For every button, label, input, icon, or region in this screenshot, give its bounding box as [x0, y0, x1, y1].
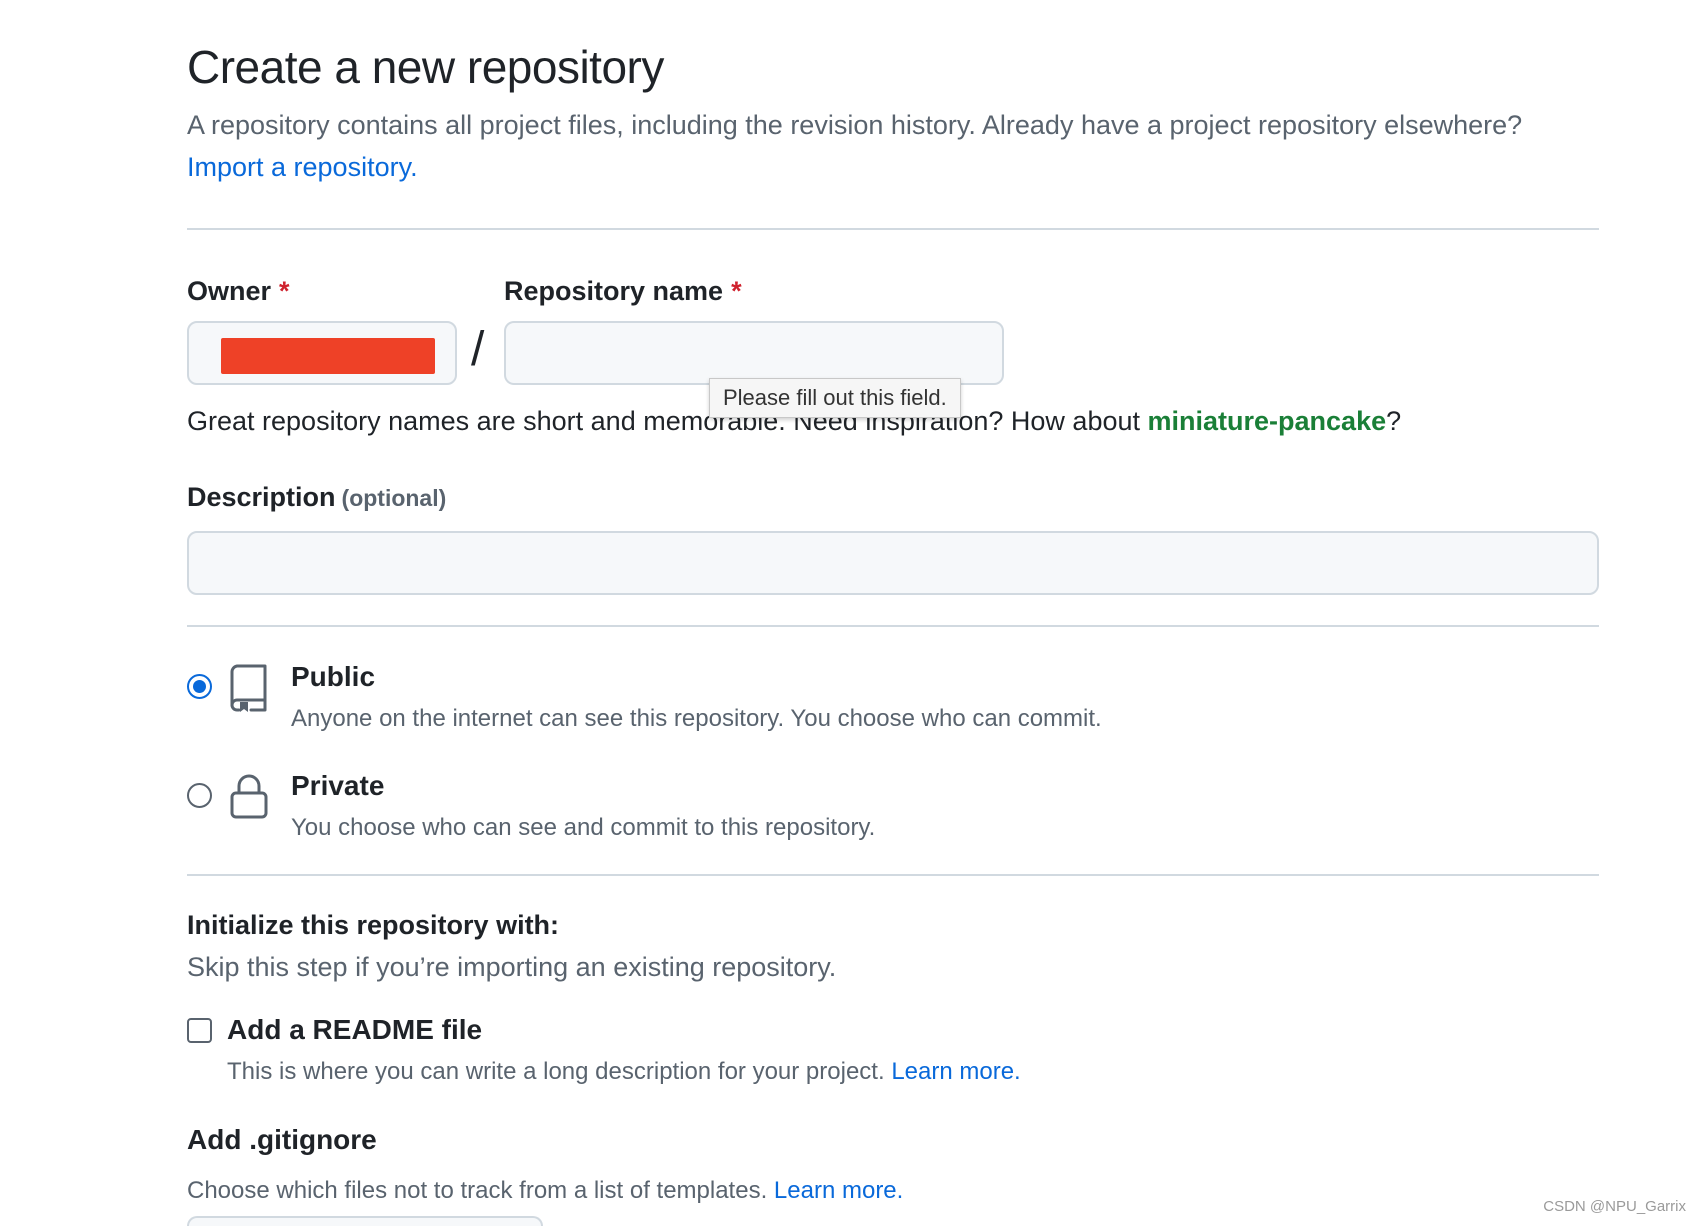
gitignore-label: Add .gitignore: [187, 1124, 377, 1155]
subtitle-text: A repository contains all project files,…: [187, 110, 1523, 140]
repo-name-input[interactable]: [504, 321, 1004, 385]
readme-label: Add a README file: [227, 1014, 483, 1045]
hint-suffix: ?: [1386, 406, 1402, 436]
validation-tooltip: Please fill out this field.: [709, 378, 961, 418]
visibility-public-title: Public: [291, 661, 376, 692]
header-divider: [187, 228, 1599, 230]
visibility-public-desc: Anyone on the internet can see this repo…: [291, 705, 1102, 732]
repo-name-label-text: Repository name: [504, 276, 724, 306]
visibility-divider: [187, 874, 1599, 876]
initialize-subtitle: Skip this step if you’re importing an ex…: [187, 952, 837, 982]
description-label: Description (optional): [187, 482, 446, 513]
watermark: CSDN @NPU_Garrix: [1543, 1198, 1686, 1215]
hint-text: Great repository names are short and mem…: [187, 406, 1140, 436]
readme-checkbox[interactable]: [187, 1018, 212, 1043]
gitignore-learn-more-link[interactable]: Learn more.: [774, 1177, 903, 1204]
page-title: Create a new repository: [187, 41, 664, 93]
visibility-private-title: Private: [291, 770, 385, 801]
gitignore-desc: Choose which files not to track from a l…: [187, 1177, 903, 1205]
visibility-private-radio[interactable]: [187, 783, 212, 808]
repo-name-required-mark: *: [731, 276, 742, 306]
readme-desc-text: This is where you can write a long descr…: [227, 1058, 885, 1085]
import-repository-link[interactable]: Import a repository.: [187, 152, 418, 182]
description-divider: [187, 625, 1599, 627]
readme-learn-more-link[interactable]: Learn more.: [891, 1058, 1020, 1085]
page-subtitle: A repository contains all project files,…: [187, 104, 1599, 188]
repo-name-suggestion[interactable]: miniature-pancake: [1148, 406, 1387, 436]
visibility-private-desc: You choose who can see and commit to thi…: [291, 814, 876, 841]
repo-icon: [230, 664, 267, 712]
description-optional: (optional): [341, 485, 447, 511]
owner-redaction: [221, 338, 435, 374]
visibility-public-radio[interactable]: [187, 674, 212, 699]
owner-select[interactable]: [187, 321, 457, 385]
owner-repo-separator: /: [471, 323, 485, 376]
initialize-title: Initialize this repository with:: [187, 910, 560, 940]
readme-desc: This is where you can write a long descr…: [227, 1058, 1021, 1086]
description-label-text: Description: [187, 482, 336, 512]
owner-required-mark: *: [279, 276, 290, 306]
owner-label-text: Owner: [187, 276, 272, 306]
gitignore-template-select[interactable]: [187, 1216, 543, 1226]
lock-icon: [230, 774, 268, 819]
owner-label: Owner *: [187, 276, 290, 307]
description-input[interactable]: [187, 531, 1599, 595]
gitignore-desc-text: Choose which files not to track from a l…: [187, 1177, 768, 1204]
repo-name-label: Repository name *: [504, 276, 742, 307]
